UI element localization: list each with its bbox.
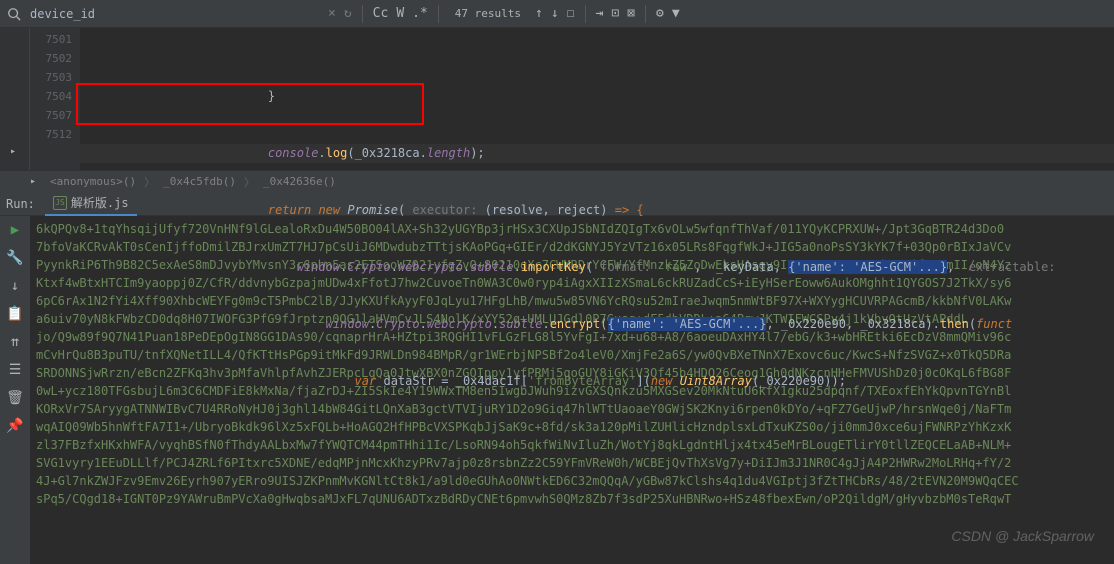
find-toolbar: × ↻ Cc W .* 47 results ↑ ↓ ☐ ⇥ ⊡ ⊠ ⚙ ▼ xyxy=(0,0,1114,28)
down-icon[interactable]: ↓ xyxy=(11,278,19,294)
history-icon[interactable]: ↻ xyxy=(340,4,356,23)
select-all-icon[interactable]: ☐ xyxy=(563,4,579,23)
words-toggle[interactable]: W xyxy=(392,4,408,23)
regex-toggle[interactable]: .* xyxy=(408,4,432,23)
fold-icon[interactable]: ▸ xyxy=(10,146,16,157)
line-numbers: 7501 7502 7503 7504 7507 7512 xyxy=(30,28,80,170)
clear-search-icon[interactable]: × xyxy=(324,4,340,23)
output-line: zl37FBzfxHKxhWFA/vyqhBSfN0fThdyAALbxMw7f… xyxy=(36,436,1108,454)
output-line: 4J+Gl7nkZWJFzv9Emv26Eyrh907yERro9UISJZKP… xyxy=(36,472,1108,490)
up-filter-icon[interactable]: ⇈ xyxy=(11,334,19,350)
output-line: sPq5/CQgd18+IGNT0Pz9YAWruBmPVcXa0gHwqbsa… xyxy=(36,490,1108,508)
rerun-icon[interactable]: ▶ xyxy=(11,222,19,238)
code-editor[interactable]: ▸ 7501 7502 7503 7504 7507 7512 } consol… xyxy=(0,28,1114,170)
code-content[interactable]: } console.log(_0x3218ca.length); return … xyxy=(80,28,1114,170)
output-line: SVG1vyry1EEuDLLlf/PCJ4ZRLf6PItxrc5XDNE/e… xyxy=(36,454,1108,472)
wrench-icon[interactable]: 🔧 xyxy=(6,250,23,266)
run-toolbar: ▶ 🔧 ↓ 📋 ⇈ ☰ 🗑 📌 xyxy=(0,216,30,564)
gutter: ▸ xyxy=(0,28,30,170)
js-file-icon: JS xyxy=(53,196,67,210)
machine-icon[interactable]: ☰ xyxy=(9,362,22,378)
add-selection-icon[interactable]: ⇥ xyxy=(592,4,608,23)
watermark: CSDN @ JackSparrow xyxy=(951,528,1094,544)
select-occurrence-icon[interactable]: ⊡ xyxy=(607,4,623,23)
run-label: Run: xyxy=(6,197,35,211)
search-input[interactable] xyxy=(24,7,324,21)
next-match-icon[interactable]: ↓ xyxy=(547,4,563,23)
prev-match-icon[interactable]: ↑ xyxy=(531,4,547,23)
settings-icon[interactable]: ⚙ xyxy=(652,4,668,23)
filter-icon[interactable]: ▼ xyxy=(668,4,684,23)
search-icon[interactable] xyxy=(4,4,24,24)
fold-icon[interactable]: ▸ xyxy=(30,176,36,187)
print-icon[interactable]: 📋 xyxy=(6,306,23,322)
pin-icon[interactable]: 📌 xyxy=(6,418,23,434)
results-count: 47 results xyxy=(455,7,521,20)
trash-icon[interactable]: 🗑 xyxy=(6,390,24,406)
match-case-toggle[interactable]: Cc xyxy=(369,4,393,23)
remove-occurrence-icon[interactable]: ⊠ xyxy=(623,4,639,23)
